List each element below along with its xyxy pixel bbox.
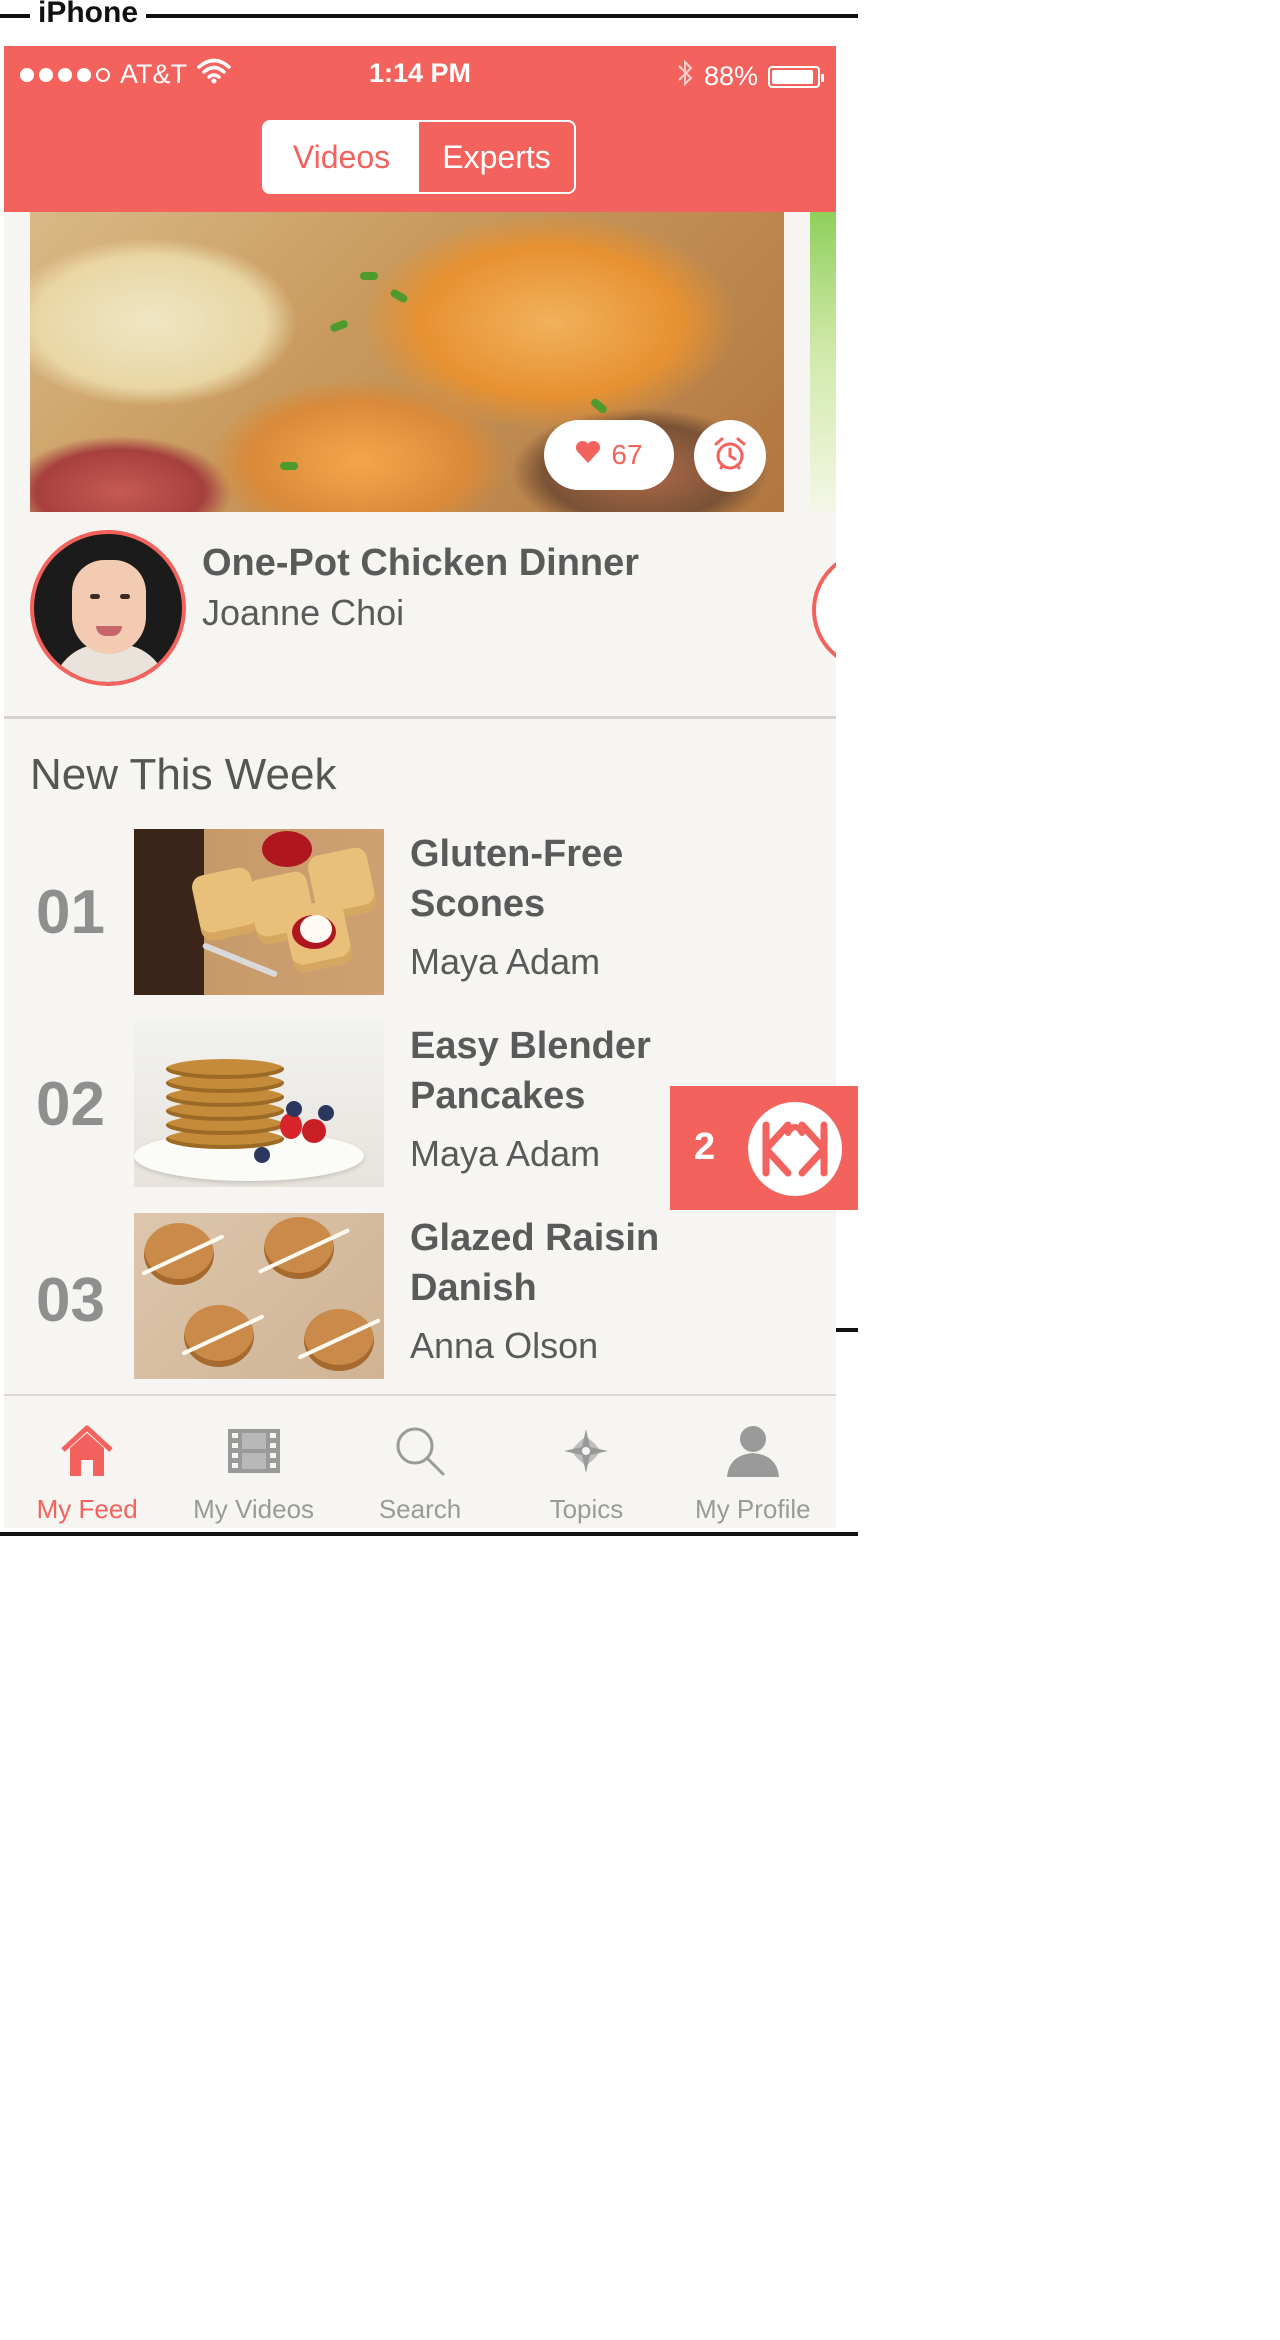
tab-label: Topics — [549, 1494, 624, 1524]
person-icon — [725, 1422, 781, 1480]
tab-my-feed[interactable]: My Feed — [4, 1396, 170, 1528]
list-item[interactable]: 03 Glazed Raisin Danish Anna Olson — [4, 1213, 836, 1383]
new-this-week-heading: New This Week — [30, 750, 337, 799]
tab-search[interactable]: Search — [337, 1396, 503, 1528]
tab-experts[interactable]: Experts — [419, 122, 574, 192]
item-author: Maya Adam — [410, 1133, 601, 1174]
app-header: AT&T 1:14 PM 88% Videos Experts — [4, 46, 836, 212]
compass-star-icon — [561, 1422, 611, 1480]
tab-my-videos[interactable]: My Videos — [170, 1396, 336, 1528]
tab-my-profile[interactable]: My Profile — [670, 1396, 836, 1528]
heart-icon — [575, 439, 601, 471]
battery-percent: 88% — [703, 61, 758, 91]
phone-screen: AT&T 1:14 PM 88% Videos Experts 67 One-P… — [4, 46, 836, 1528]
pancakes-thumbnail[interactable] — [134, 1021, 384, 1187]
list-item[interactable]: 01 Gluten-Free Scones Maya Adam — [4, 829, 836, 999]
next-expert-avatar[interactable] — [812, 550, 836, 670]
like-button[interactable]: 67 — [544, 420, 674, 490]
scones-thumbnail[interactable] — [134, 829, 384, 995]
tab-label: My Videos — [193, 1494, 315, 1524]
expert-avatar[interactable] — [30, 530, 186, 686]
alarm-clock-icon — [711, 435, 749, 478]
like-count: 67 — [611, 439, 643, 470]
device-frame-bottom — [0, 1532, 858, 1536]
app-logo-icon — [748, 1102, 842, 1196]
notification-badge[interactable]: 2 — [670, 1086, 858, 1210]
danish-thumbnail[interactable] — [134, 1213, 384, 1379]
videos-experts-toggle: Videos Experts — [262, 120, 576, 194]
battery-icon — [768, 65, 824, 88]
item-number: 02 — [36, 1070, 105, 1139]
film-icon — [226, 1422, 282, 1480]
tab-label: Search — [378, 1494, 462, 1524]
status-bar: AT&T 1:14 PM 88% — [20, 58, 824, 95]
featured-title[interactable]: One-Pot Chicken Dinner — [202, 542, 639, 585]
home-icon — [59, 1422, 115, 1480]
item-author: Anna Olson — [410, 1325, 599, 1366]
bottom-tab-bar: My Feed My Videos Search Topics My Profi… — [4, 1394, 836, 1528]
item-title: Glazed Raisin Danish — [410, 1217, 660, 1309]
featured-author[interactable]: Joanne Choi — [202, 592, 404, 634]
item-number: 03 — [36, 1266, 105, 1335]
item-title: Easy Blender Pancakes — [410, 1025, 651, 1117]
item-number: 01 — [36, 878, 105, 947]
tab-label: My Feed — [36, 1494, 138, 1524]
reminder-button[interactable] — [694, 420, 766, 492]
status-right: 88% — [676, 58, 824, 95]
item-title: Gluten-Free Scones — [410, 833, 624, 925]
notification-count: 2 — [694, 1126, 716, 1168]
tab-videos[interactable]: Videos — [264, 122, 419, 192]
bluetooth-icon — [676, 58, 694, 95]
section-divider — [4, 716, 836, 719]
device-label: iPhone — [30, 0, 147, 30]
tab-label: My Profile — [695, 1494, 811, 1524]
search-icon — [393, 1422, 447, 1480]
item-author: Maya Adam — [410, 941, 601, 982]
tab-topics[interactable]: Topics — [503, 1396, 669, 1528]
next-featured-thumbnail[interactable] — [810, 212, 836, 512]
